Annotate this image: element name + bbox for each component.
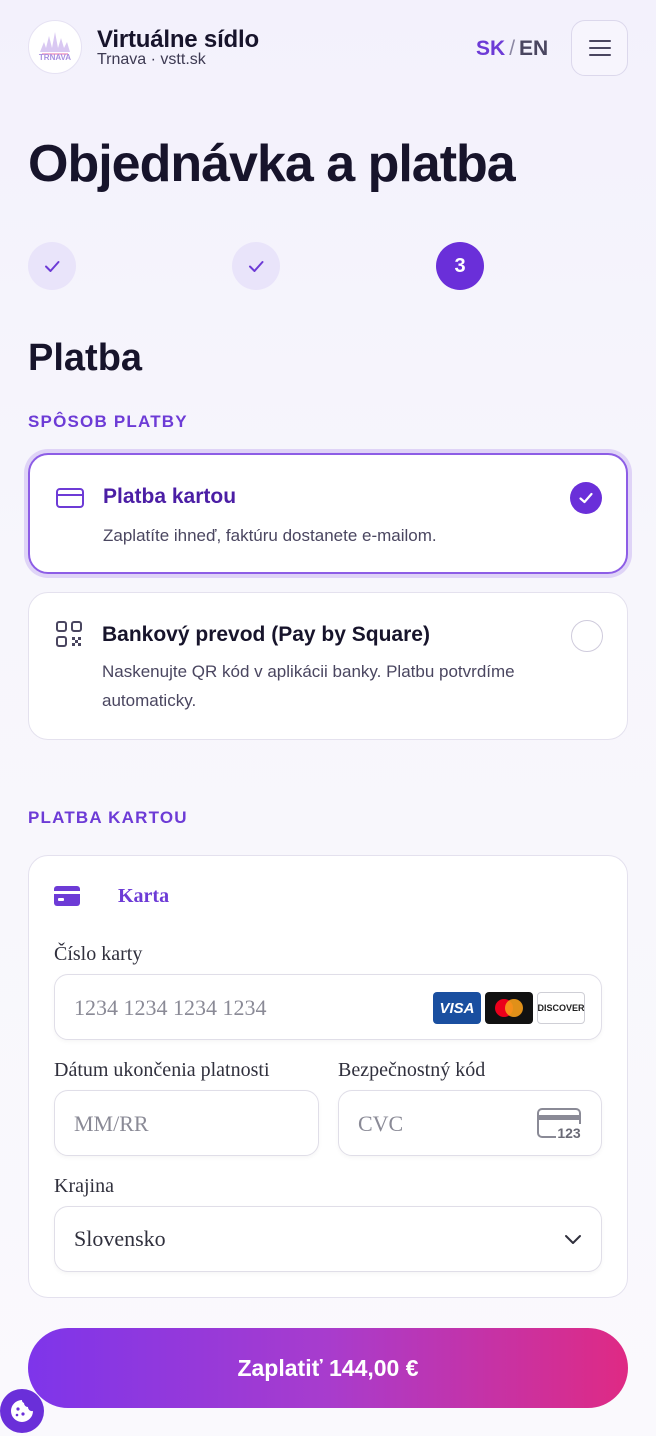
step-3-active: 3: [436, 242, 484, 290]
check-icon: [579, 492, 593, 504]
payment-method-heading: SPÔSOB PLATBY: [28, 412, 188, 431]
check-icon: [45, 261, 60, 272]
country-value: Slovensko: [74, 1226, 166, 1251]
cookie-settings-button[interactable]: [0, 1389, 44, 1433]
section-title: Platba: [28, 337, 143, 379]
card-number-label: Číslo karty: [54, 943, 143, 965]
expiry-placeholder: MM/RR: [74, 1111, 149, 1136]
brand-name: Virtuálne sídlo: [97, 26, 259, 53]
step-1-done: [28, 242, 76, 290]
radio-unselected[interactable]: [571, 620, 603, 652]
svg-text:TRNAVA: TRNAVA: [39, 53, 71, 62]
cookie-icon: [11, 1400, 33, 1422]
mastercard-logo-icon: [485, 992, 533, 1024]
cvc-card-icon: 123: [537, 1108, 583, 1141]
credit-card-icon: [56, 488, 84, 508]
trnava-logo-icon: TRNAVA: [32, 24, 78, 70]
check-icon: [249, 261, 264, 272]
app-header: TRNAVA Virtuálne sídlo Trnava · vstt.sk …: [0, 0, 656, 96]
card-tab-icon: [54, 886, 80, 906]
payment-option-title: Bankový prevod (Pay by Square): [102, 623, 430, 646]
card-payment-heading: PLATBA KARTOU: [28, 808, 188, 827]
brand-subtitle: Trnava · vstt.sk: [97, 51, 206, 68]
payment-option-card[interactable]: Platba kartou Zaplatíte ihneď, faktúru d…: [28, 453, 628, 574]
qr-code-icon: [56, 621, 82, 647]
lang-sk-link[interactable]: SK: [476, 37, 505, 60]
cvc-placeholder: CVC: [358, 1111, 404, 1136]
pay-button[interactable]: Zaplatiť 144,00 €: [28, 1328, 628, 1408]
card-number-placeholder: 1234 1234 1234 1234: [74, 995, 267, 1020]
card-payment-form: Karta Číslo karty 1234 1234 1234 1234 VI…: [28, 855, 628, 1298]
lang-separator: /: [509, 37, 516, 60]
page-title: Objednávka a platba: [28, 135, 516, 193]
radio-selected[interactable]: [570, 482, 602, 514]
chevron-down-icon: [565, 1235, 581, 1244]
brand-logo[interactable]: TRNAVA: [28, 20, 82, 74]
card-number-field[interactable]: 1234 1234 1234 1234 VISA DISCOVER: [54, 974, 602, 1040]
country-label: Krajina: [54, 1175, 114, 1197]
card-tab-label[interactable]: Karta: [118, 885, 169, 908]
visa-logo-icon: VISA: [433, 992, 481, 1024]
hamburger-icon: [588, 35, 611, 61]
payment-option-bank-transfer[interactable]: Bankový prevod (Pay by Square) Naskenujt…: [28, 592, 628, 740]
step-2-done: [232, 242, 280, 290]
menu-button[interactable]: [571, 20, 628, 76]
payment-option-desc: Naskenujte QR kód v aplikácii banky. Pla…: [102, 662, 515, 710]
expiry-label: Dátum ukončenia platnosti: [54, 1059, 270, 1081]
cvc-field[interactable]: CVC 123: [338, 1090, 602, 1156]
expiry-field[interactable]: MM/RR: [54, 1090, 319, 1156]
language-switcher: SK / EN: [476, 37, 548, 61]
cvc-label: Bezpečnostný kód: [338, 1059, 486, 1081]
payment-option-title: Platba kartou: [103, 485, 237, 508]
lang-en-link[interactable]: EN: [519, 37, 548, 60]
discover-logo-icon: DISCOVER: [537, 992, 585, 1024]
country-select[interactable]: Slovensko: [54, 1206, 602, 1272]
payment-option-desc: Zaplatíte ihneď, faktúru dostanete e-mai…: [103, 526, 437, 545]
svg-text:123: 123: [557, 1125, 581, 1141]
